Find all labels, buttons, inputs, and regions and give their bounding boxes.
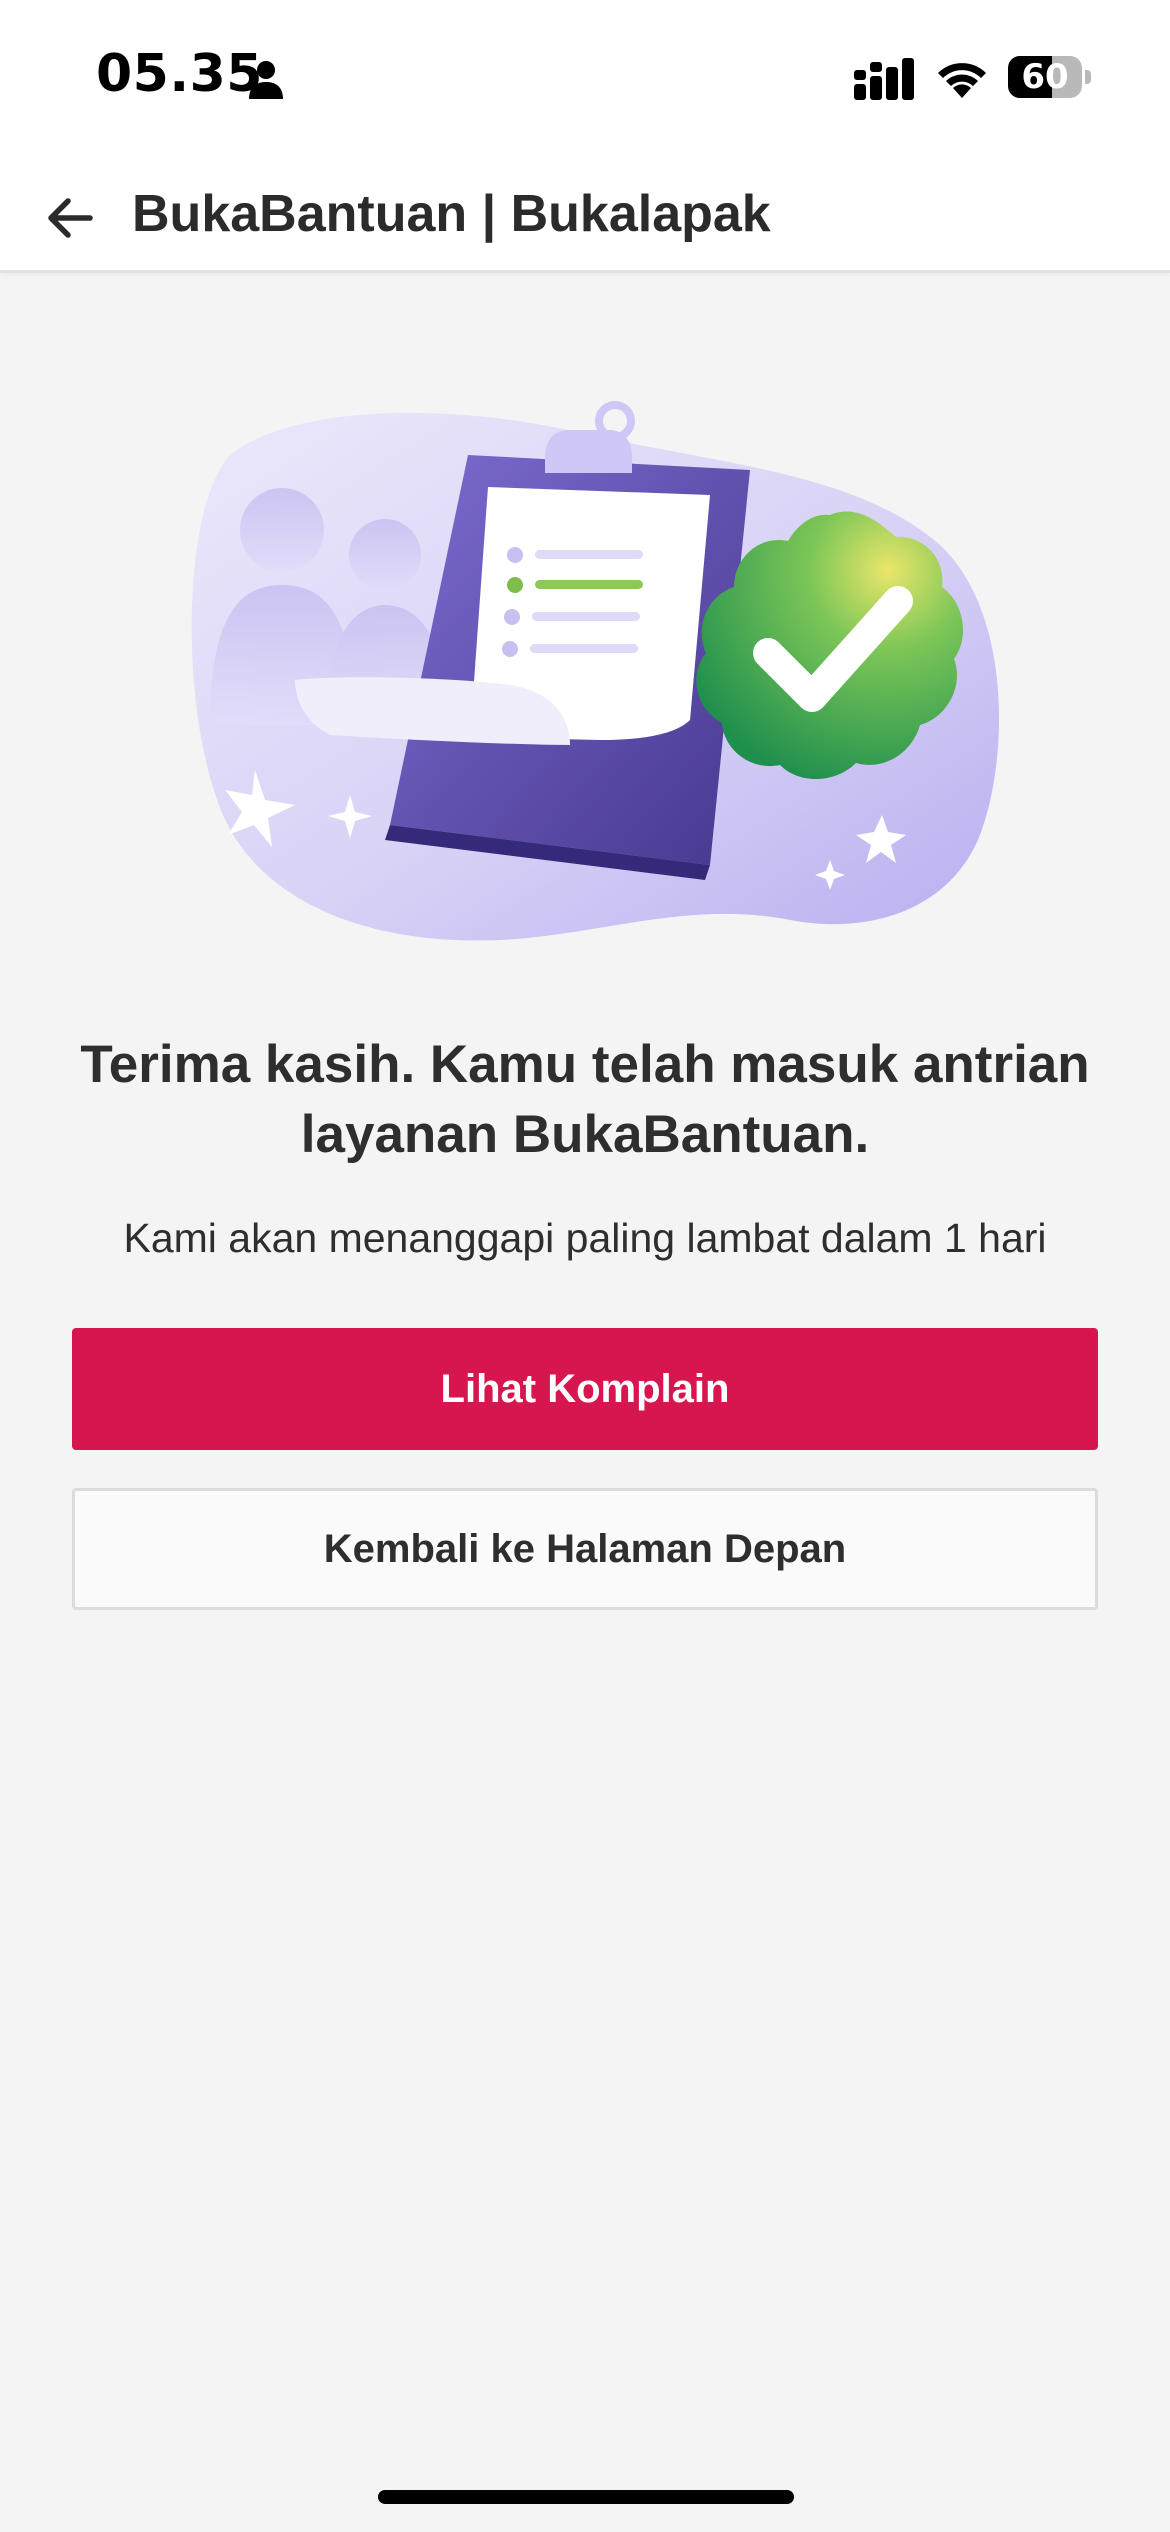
confirmation-headline: Terima kasih. Kamu telah masuk antrian l… — [80, 1035, 1090, 1164]
home-indicator[interactable] — [378, 2490, 794, 2504]
battery-icon: 60 — [1008, 56, 1092, 98]
back-button[interactable] — [30, 178, 110, 258]
status-bar: 05.35 60 — [0, 0, 1170, 160]
complaint-submitted-illustration — [191, 401, 1000, 941]
status-time: 05.35 — [96, 44, 263, 104]
back-to-home-button[interactable]: Kembali ke Halaman Depan — [72, 1488, 1098, 1610]
person-icon — [249, 61, 283, 99]
wifi-icon — [938, 63, 986, 98]
view-complaint-button[interactable]: Lihat Komplain — [72, 1328, 1098, 1450]
page-title: BukaBantuan | Bukalapak — [132, 185, 771, 243]
arrow-left-icon — [48, 198, 93, 238]
battery-level: 60 — [1021, 57, 1069, 97]
cellular-signal-icon — [854, 58, 914, 100]
app-header: BukaBantuan | Bukalapak — [0, 160, 1170, 273]
response-time-text: Kami akan menanggapi paling lambat dalam… — [123, 1215, 1047, 1261]
